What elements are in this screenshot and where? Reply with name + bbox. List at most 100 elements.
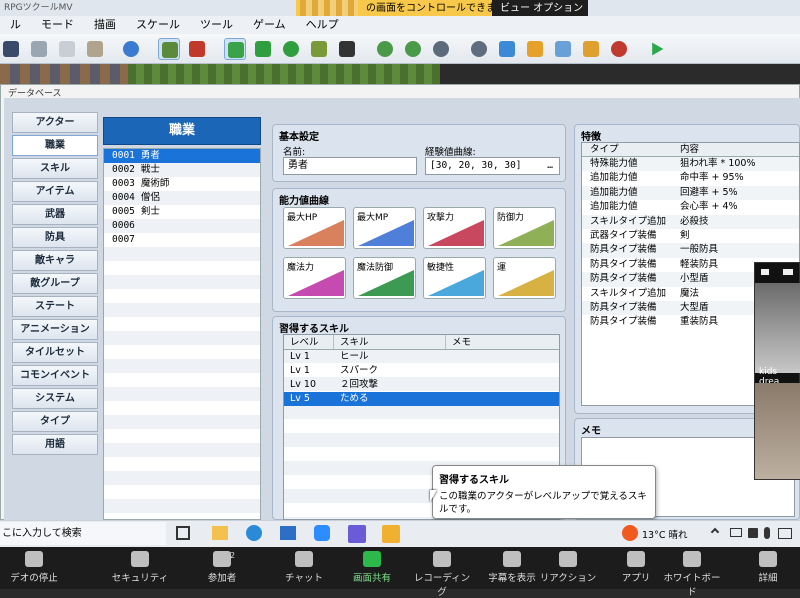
minimize-icon[interactable] [761, 269, 769, 275]
rpgmaker-taskbar-icon[interactable] [348, 525, 366, 543]
zoom-smile-button[interactable]: リアクション [536, 551, 600, 584]
skill-row[interactable]: Lv 1 スパーク [284, 364, 559, 378]
zoom-app-icon[interactable] [314, 525, 330, 541]
skill-row[interactable]: Lv 1 ヒール [284, 350, 559, 364]
zoom-share-button[interactable]: 画面共有 [340, 551, 404, 584]
sidebar-tab[interactable]: システム [12, 388, 98, 409]
zoom-camera-button[interactable]: デオの停止 [4, 551, 64, 584]
sidebar-tab[interactable]: 敵グループ [12, 273, 98, 294]
col-level[interactable]: レベル [284, 335, 334, 349]
shadow-pen-icon[interactable] [336, 38, 358, 60]
sidebar-tab[interactable]: 武器 [12, 204, 98, 225]
monitor-icon[interactable] [730, 528, 742, 537]
volume-icon[interactable] [748, 528, 758, 538]
col-type[interactable]: タイプ [582, 143, 672, 156]
playtest-icon[interactable] [646, 38, 668, 60]
edge-icon[interactable] [246, 525, 262, 541]
exp-curve-field[interactable]: [30, 20, 30, 30] … [425, 157, 560, 175]
taskbar-search[interactable]: こに入力して検索 [0, 522, 166, 545]
sidebar-tab[interactable]: アニメーション [12, 319, 98, 340]
menu-item-mode[interactable]: モード [31, 16, 84, 34]
name-field[interactable]: 勇者 [283, 157, 417, 175]
zoom-out-icon[interactable] [402, 38, 424, 60]
sidebar-tab[interactable]: アイテム [12, 181, 98, 202]
menu-item[interactable]: ル [0, 16, 31, 34]
trait-row[interactable]: 防具タイプ装備 一般防具 [582, 243, 799, 258]
sidebar-tab[interactable]: アクター [12, 112, 98, 133]
rectangle-icon[interactable] [252, 38, 274, 60]
task-view-icon[interactable] [176, 526, 190, 540]
param-curve[interactable]: 運 [493, 257, 556, 299]
sidebar-tab[interactable]: 防具 [12, 227, 98, 248]
exp-curve-button[interactable]: … [547, 158, 553, 174]
class-row[interactable]: 0002 戦士 [104, 163, 260, 177]
character-generator-icon[interactable] [608, 38, 630, 60]
pencil-icon[interactable] [224, 38, 246, 60]
sidebar-tab[interactable]: タイプ [12, 411, 98, 432]
copy-icon[interactable] [56, 38, 78, 60]
map-mode-icon[interactable] [158, 38, 180, 60]
trait-row[interactable]: 追加能力値 回避率 + 5% [582, 185, 799, 201]
event-search-icon[interactable] [552, 38, 574, 60]
ellipse-icon[interactable] [280, 38, 302, 60]
menu-item-tools[interactable]: ツール [190, 16, 243, 34]
fill-icon[interactable] [308, 38, 330, 60]
param-curve[interactable]: 魔法力 [283, 257, 346, 299]
zoom-more-button[interactable]: 詳細 [736, 551, 800, 584]
sidebar-tab[interactable]: タイルセット [12, 342, 98, 363]
plugin-icon[interactable] [496, 38, 518, 60]
class-row[interactable]: 0001 勇者 [104, 149, 260, 163]
col-memo[interactable]: メモ [446, 335, 559, 349]
sidebar-tab[interactable]: コモンイベント [12, 365, 98, 386]
trait-row[interactable]: 武器タイプ装備 剣 [582, 229, 799, 243]
col-skill[interactable]: スキル [334, 335, 446, 349]
trait-row[interactable]: 特殊能力値 狙われ率 * 100% [582, 157, 799, 172]
param-curve[interactable]: 最大MP [353, 207, 416, 249]
zoom-people-button[interactable]: 参加者 2 [190, 551, 254, 584]
notification-icon[interactable] [778, 528, 792, 539]
sidebar-tab[interactable]: 用語 [12, 434, 98, 455]
zoom-in-icon[interactable] [374, 38, 396, 60]
zoom-chat-button[interactable]: チャット [272, 551, 336, 584]
cut-icon[interactable] [28, 38, 50, 60]
paste-icon[interactable] [84, 38, 106, 60]
tray-chevron-icon[interactable] [710, 527, 720, 537]
undo-icon[interactable] [120, 38, 142, 60]
class-row[interactable]: 0004 僧侶 [104, 191, 260, 205]
param-curve[interactable]: 最大HP [283, 207, 346, 249]
param-curve[interactable]: 攻撃力 [423, 207, 486, 249]
mail-icon[interactable] [280, 526, 296, 540]
event-mode-icon[interactable] [186, 38, 208, 60]
param-curve[interactable]: 防御力 [493, 207, 556, 249]
trait-row[interactable]: 追加能力値 会心率 + 4% [582, 200, 799, 214]
menu-item-draw[interactable]: 描画 [84, 16, 126, 34]
skill-row[interactable]: Lv 10 ２回攻撃 [284, 378, 559, 392]
sidebar-tab[interactable]: 敵キャラ [12, 250, 98, 271]
sidebar-tab[interactable]: スキル [12, 158, 98, 179]
param-curve[interactable]: 魔法防御 [353, 257, 416, 299]
param-curve[interactable]: 敏捷性 [423, 257, 486, 299]
zoom-record-button[interactable]: レコーディング [410, 551, 474, 598]
save-icon[interactable] [0, 38, 22, 60]
menu-item-scale[interactable]: スケール [126, 16, 190, 34]
sidebar-tab[interactable]: ステート [12, 296, 98, 317]
app-taskbar-icon[interactable] [382, 525, 400, 543]
sound-test-icon[interactable] [524, 38, 546, 60]
window-icon[interactable] [783, 269, 793, 275]
zoom-actual-icon[interactable] [430, 38, 452, 60]
col-content[interactable]: 内容 [672, 143, 792, 156]
zoom-cc-button[interactable]: 字幕を表示 [480, 551, 544, 584]
class-row[interactable]: 0003 魔術師 [104, 177, 260, 191]
sidebar-tab[interactable]: 職業 [12, 135, 98, 156]
class-row[interactable]: 0005 剣士 [104, 205, 260, 219]
class-row[interactable]: 0007 [104, 233, 260, 247]
menu-item-game[interactable]: ゲーム [243, 16, 296, 34]
resource-manager-icon[interactable] [580, 38, 602, 60]
zoom-shield-button[interactable]: セキュリティ [108, 551, 172, 584]
zoom-apps-button[interactable]: アプリ [604, 551, 668, 584]
database-icon[interactable] [468, 38, 490, 60]
zoom-whiteboard-button[interactable]: ホワイトボード [660, 551, 724, 598]
zoom-video-thumbnail[interactable]: kids drea [754, 262, 800, 480]
explorer-icon[interactable] [212, 526, 228, 540]
class-list[interactable]: 0001 勇者 0002 戦士 0003 魔術師 0004 僧侶 0005 剣士 0006 0007 [103, 148, 261, 520]
